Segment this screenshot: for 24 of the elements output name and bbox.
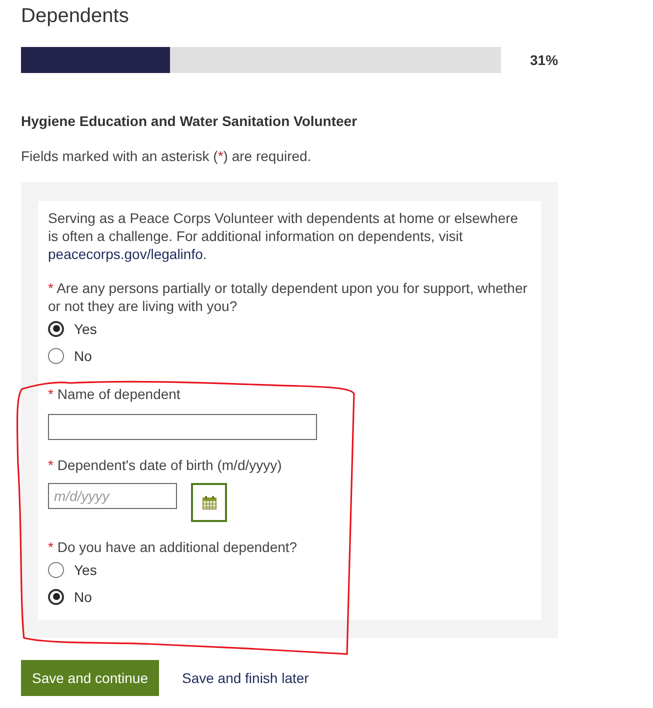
position-title: Hygiene Education and Water Sanitation Volunteer — [21, 113, 358, 129]
radio-label[interactable]: No — [74, 348, 92, 364]
radio-label[interactable]: No — [74, 588, 92, 604]
calendar-button[interactable] — [191, 483, 227, 522]
field-label: * Name of dependent — [48, 385, 182, 403]
progress-percent: 31% — [530, 52, 558, 68]
radio-label[interactable]: Yes — [74, 320, 97, 336]
save-continue-button[interactable]: Save and continue — [21, 660, 159, 696]
intro-text: Serving as a Peace Corps Volunteer with dependents at home or elsewhere is often a challenge. For additional information on dependents, visit peacecorps.gov/legalinfo. — [48, 209, 520, 263]
field-label: * Dependent's date of birth (m/d/yyyy) — [48, 456, 283, 474]
field-label: * Are any persons partially or totally dependent upon you for support, whether or not they are living with you? — [48, 279, 528, 315]
date-input-field[interactable]: m/d/yyyy — [48, 483, 177, 509]
field-label: * Do you have an additional dependent? — [48, 538, 298, 556]
calendar-icon — [202, 495, 216, 510]
radio-button[interactable] — [48, 588, 64, 604]
name-input-field[interactable] — [48, 414, 317, 440]
page-title: Dependents — [21, 4, 130, 28]
radio-button[interactable] — [48, 562, 64, 578]
radio-button[interactable] — [48, 348, 64, 364]
legal-info-link[interactable]: peacecorps.gov/legalinfo — [48, 246, 203, 262]
save-later-link[interactable]: Save and finish later — [170, 660, 320, 696]
radio-button[interactable] — [48, 320, 64, 336]
required-note: Fields marked with an asterisk (*) are required. — [21, 148, 312, 164]
radio-label[interactable]: Yes — [74, 562, 97, 578]
